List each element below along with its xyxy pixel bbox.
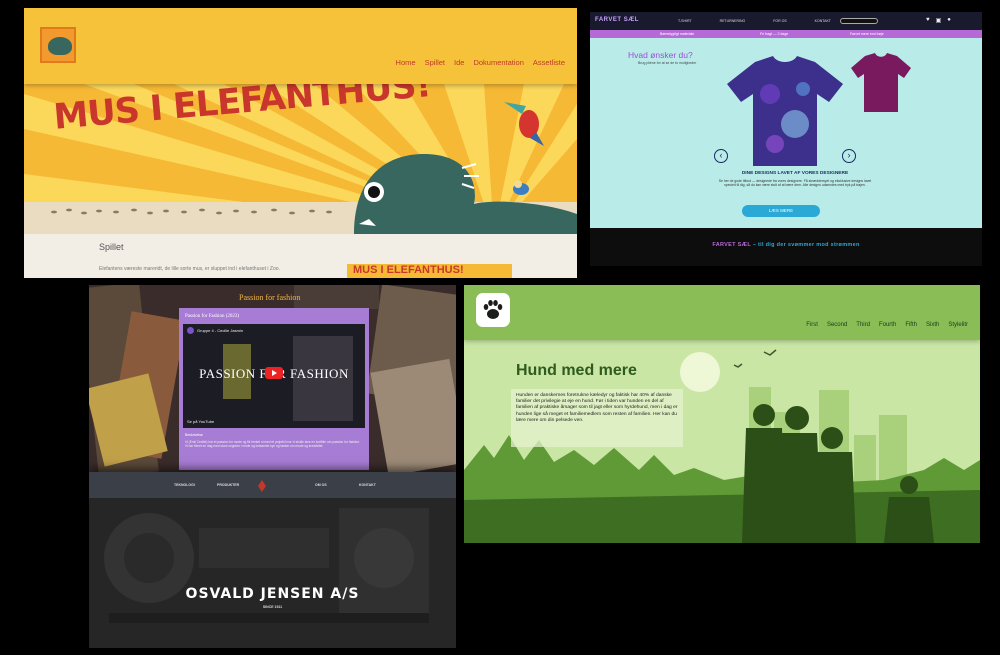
intro-text: Hunden er danskernes foretrukne kæledyr …: [511, 389, 683, 447]
header-icons: ♥ ▣ ●: [926, 17, 951, 24]
nav-fourth[interactable]: Fourth: [879, 322, 896, 328]
nav-returnering[interactable]: RETURNERING: [720, 19, 746, 23]
youtube-embed[interactable]: Gruppe 4 - Cecilie Jasmin PASSION FOR FA…: [183, 324, 365, 428]
section-title: Spillet: [99, 242, 124, 252]
machinery-background: [89, 498, 456, 648]
prev-arrow-icon[interactable]: ‹: [714, 149, 728, 163]
farvet-sael-screenshot: FARVET SÆL T-SHIRT RETURNERING FOR OS KO…: [590, 12, 982, 266]
nav-ide[interactable]: Ide: [454, 58, 464, 67]
nav-sixth[interactable]: Sixth: [926, 322, 939, 328]
paw-logo-icon[interactable]: [476, 293, 510, 327]
site-header: First Second Third Fourth Fifth Sixth St…: [464, 285, 980, 340]
nav-styleguide[interactable]: Stylelitr: [948, 322, 968, 328]
channel-avatar: [187, 327, 194, 334]
mus-i-elefanthus-screenshot: Home Spillet Ide Dokumentation Assetlist…: [24, 8, 577, 278]
collage-photo: [294, 285, 379, 309]
nav-om-os[interactable]: OM OS: [315, 483, 327, 487]
video-card: Passion for Fashion (2023) Gruppe 4 - Ce…: [179, 308, 369, 470]
main-nav: First Second Third Fourth Fifth Sixth St…: [806, 322, 968, 328]
osvald-nav: TEKNOLOGI PRODUKTER OM OS KONTAKT: [89, 472, 456, 498]
nav-kontakt[interactable]: KONTAKT: [359, 483, 376, 487]
section-headline: DINE DESIGNS LAVET AF VORES DESIGNERE: [741, 171, 849, 176]
play-icon[interactable]: [265, 367, 283, 379]
watch-on-youtube-link[interactable]: Se på YouTube: [187, 419, 214, 424]
usp-strip: Bæredygtigt materiale Fri fragt — 2 dage…: [590, 30, 982, 38]
nav-spillet[interactable]: Spillet: [425, 58, 445, 67]
footer-brand: FARVET SÆL: [712, 242, 752, 248]
hund-med-mere-screenshot: First Second Third Fourth Fifth Sixth St…: [464, 285, 980, 543]
channel-name[interactable]: Gruppe 4 - Cecilie Jasmin: [197, 328, 243, 333]
osvald-hero: OSVALD JENSEN A/S SINCE 1911: [89, 498, 456, 648]
nav-first[interactable]: First: [806, 322, 818, 328]
nav-fifth[interactable]: Fifth: [905, 322, 917, 328]
bag-icon[interactable]: ▣: [936, 17, 942, 24]
main-nav: Home Spillet Ide Dokumentation Assetlist…: [396, 58, 565, 67]
read-more-button[interactable]: LÆS MERE: [742, 205, 820, 217]
footer-tagline: FARVET SÆL – til dig der svømmer mod str…: [590, 242, 982, 248]
since-text: SINCE 1911: [262, 605, 283, 609]
description-text: Vi (Emil Cecilie) har et passion for mod…: [185, 440, 360, 448]
cart-icon[interactable]: ♥: [926, 17, 930, 24]
nav-home[interactable]: Home: [396, 58, 416, 67]
footer-tag-text: – til dig der svømmer mod strømmen: [751, 242, 860, 248]
nav-teknologi[interactable]: TEKNOLOGI: [174, 483, 195, 487]
top-bar: FARVET SÆL T-SHIRT RETURNERING FOR OS KO…: [590, 12, 982, 30]
nav-for-os[interactable]: FOR OS: [773, 19, 786, 23]
page-title: Passion for fashion: [239, 293, 301, 302]
question-heading: Hvad ønsker du?: [628, 50, 693, 60]
nav-assetliste[interactable]: Assetliste: [533, 58, 565, 67]
nav-kontakt[interactable]: KONTAKT: [815, 19, 831, 23]
card-title: Passion for Fashion (2023): [185, 314, 240, 319]
nav-dokumentation[interactable]: Dokumentation: [473, 58, 523, 67]
company-name: OSVALD JENSEN A/S: [185, 586, 360, 602]
usp-item: Fri fragt — 2 dage: [760, 32, 789, 36]
game-thumbnail[interactable]: MUS I ELEFANTHUS!: [347, 264, 512, 278]
hero-banner: MUS I ELEFANTHUS!: [24, 84, 577, 234]
usp-item: Farvet mere end trøje: [850, 32, 884, 36]
fashion-collage: Passion for fashion Passion for Fashion …: [89, 285, 456, 472]
brand-logo[interactable]: FARVET SÆL: [595, 17, 639, 23]
footer: FARVET SÆL – til dig der svømmer mod str…: [590, 228, 982, 266]
section-description: Se her de gode tilbud — designede fra vo…: [718, 179, 872, 188]
video-header: Gruppe 4 - Cecilie Jasmin: [187, 327, 243, 334]
search-input[interactable]: [840, 18, 878, 24]
nav-tshirt[interactable]: T-SHIRT: [678, 19, 692, 23]
tshirt-image-second[interactable]: [850, 52, 912, 114]
question-sub: Brug pilene for at se de to muligheder: [638, 61, 697, 65]
osvald-logo[interactable]: [247, 479, 277, 493]
main-nav: T-SHIRT RETURNERING FOR OS KONTAKT: [678, 19, 831, 23]
description-label: Beskrivelse: [185, 433, 203, 437]
fashion-osvald-screenshot: Passion for fashion Passion for Fashion …: [89, 285, 456, 648]
user-icon[interactable]: ●: [947, 17, 951, 24]
nav-third[interactable]: Third: [856, 322, 870, 328]
collage-photo: [370, 358, 456, 472]
page-title: Hund med mere: [516, 362, 637, 379]
section-body: Elefantens væreste mareridt, de lille so…: [99, 266, 280, 272]
usp-item: Bæredygtigt materiale: [660, 32, 695, 36]
next-arrow-icon[interactable]: ›: [842, 149, 856, 163]
tshirt-image-main[interactable]: [725, 54, 845, 169]
content-section: Spillet Elefantens væreste mareridt, de …: [24, 234, 577, 278]
portfolio-collage: Home Spillet Ide Dokumentation Assetlist…: [0, 0, 1000, 655]
nav-produkter[interactable]: PRODUKTER: [217, 483, 239, 487]
nav-second[interactable]: Second: [827, 322, 847, 328]
elephant-logo-icon[interactable]: [40, 27, 76, 63]
site-header: Home Spillet Ide Dokumentation Assetlist…: [24, 8, 577, 84]
